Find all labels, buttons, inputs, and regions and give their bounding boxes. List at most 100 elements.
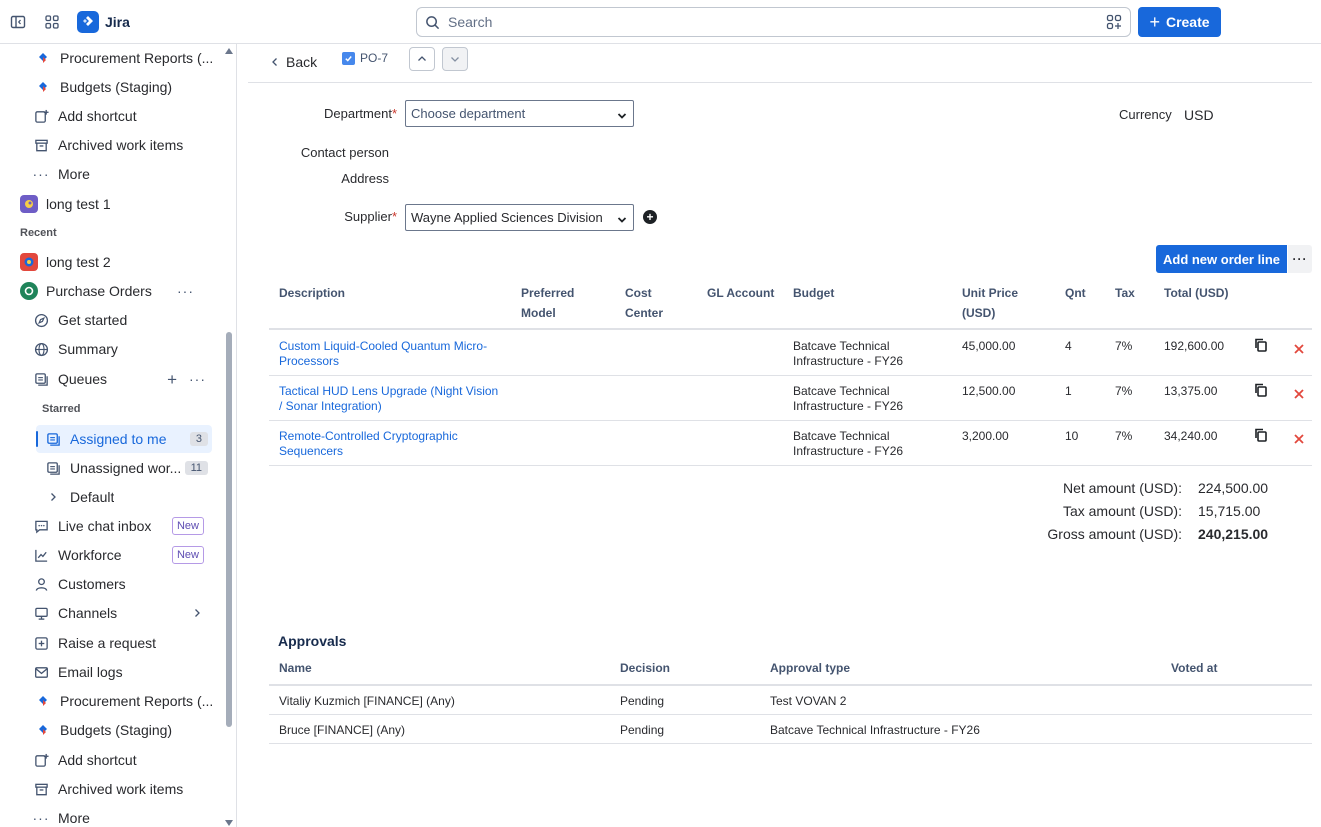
- col-qnt: Qnt: [1065, 286, 1086, 300]
- sidebar-item-label: Assigned to me: [70, 431, 167, 447]
- sidebar-item-unassigned[interactable]: Unassigned wor... 11: [0, 454, 212, 482]
- supplier-select[interactable]: Wayne Applied Sciences Division: [405, 204, 634, 231]
- sidebar-item-procurement-reports[interactable]: Procurement Reports (...: [0, 687, 222, 715]
- supplier-label: Supplier*: [344, 209, 397, 224]
- approvals-col-decision: Decision: [620, 661, 671, 675]
- order-line-qnt: 10: [1065, 429, 1079, 443]
- new-badge: New: [171, 517, 204, 535]
- app-switcher-icon[interactable]: [42, 12, 62, 32]
- order-line-tax: 7%: [1115, 429, 1133, 443]
- order-line-qnt: 1: [1065, 384, 1072, 398]
- sidebar-toggle-icon[interactable]: [8, 12, 28, 32]
- scroll-down-arrow-icon[interactable]: [225, 820, 233, 826]
- back-button[interactable]: Back: [270, 54, 317, 70]
- order-line-description-link[interactable]: Custom Liquid-Cooled Quantum Micro- Proce…: [279, 339, 487, 369]
- sidebar-item-raise-request[interactable]: Raise a request: [0, 629, 222, 657]
- table-row-divider: [269, 714, 1312, 715]
- order-line-unit-price: 45,000.00: [962, 339, 1016, 353]
- compass-icon: [32, 311, 50, 329]
- add-supplier-icon[interactable]: +: [643, 210, 657, 224]
- department-select[interactable]: Choose department: [405, 100, 634, 127]
- sidebar-item-label: Workforce: [58, 547, 122, 563]
- more-actions-icon[interactable]: ···: [177, 283, 194, 299]
- add-queue-icon[interactable]: +: [167, 371, 177, 388]
- project-avatar-icon: [20, 282, 38, 300]
- delete-icon[interactable]: [1293, 432, 1307, 446]
- delete-icon[interactable]: [1293, 342, 1307, 356]
- order-line-description-link[interactable]: Tactical HUD Lens Upgrade (Night Vision /…: [279, 384, 498, 414]
- sidebar-project-long-test-2[interactable]: long test 2: [0, 248, 222, 276]
- plus-icon: +: [1149, 12, 1160, 32]
- sidebar-item-budgets[interactable]: Budgets (Staging): [0, 716, 222, 744]
- sidebar-item-label: Procurement Reports (...: [60, 693, 214, 709]
- sidebar-item-summary[interactable]: Summary: [0, 335, 222, 363]
- order-line-description-link[interactable]: Remote-Controlled Cryptographic Sequencer…: [279, 429, 458, 459]
- sidebar-item-procurement-reports[interactable]: Procurement Reports (...: [0, 44, 222, 72]
- dashboard-icon: [34, 78, 52, 96]
- approvals-col-type: Approval type: [770, 661, 851, 675]
- copy-icon[interactable]: [1254, 383, 1268, 397]
- next-issue-button[interactable]: [442, 47, 468, 71]
- scroll-up-arrow-icon[interactable]: [225, 48, 233, 54]
- chat-icon: [32, 517, 50, 535]
- sidebar-item-more[interactable]: ··· More: [0, 160, 222, 188]
- sidebar-item-get-started[interactable]: Get started: [0, 306, 222, 334]
- sidebar-project-long-test-1[interactable]: long test 1: [0, 190, 222, 218]
- sidebar-item-channels[interactable]: Channels: [0, 599, 222, 627]
- more-icon: ···: [32, 810, 50, 826]
- search-input[interactable]: Search: [416, 7, 1131, 37]
- col-cost-center: Cost Center: [625, 286, 664, 320]
- create-button[interactable]: + Create: [1138, 7, 1221, 37]
- create-button-label: Create: [1165, 14, 1210, 30]
- sidebar-item-assigned-to-me[interactable]: Assigned to me 3: [0, 425, 212, 453]
- sidebar-item-live-chat[interactable]: Live chat inbox New: [0, 512, 222, 540]
- currency-value: USD: [1184, 107, 1214, 123]
- more-options-button[interactable]: ···: [1288, 245, 1312, 273]
- order-line-tax: 7%: [1115, 384, 1133, 398]
- search-filter-icon[interactable]: [1106, 14, 1122, 30]
- previous-issue-button[interactable]: [409, 47, 435, 71]
- sidebar-item-label: More: [58, 810, 90, 826]
- col-description: Description: [279, 286, 346, 300]
- project-avatar-icon: [20, 195, 38, 213]
- dashboard-icon: [34, 692, 52, 710]
- sidebar-item-customers[interactable]: Customers: [0, 570, 222, 598]
- sidebar-item-archived[interactable]: Archived work items: [0, 131, 222, 159]
- tax-amount-label: Tax amount (USD):: [1062, 503, 1182, 519]
- copy-icon[interactable]: [1254, 428, 1268, 442]
- chevron-right-icon: [44, 488, 62, 506]
- col-tax: Tax: [1115, 286, 1135, 300]
- sidebar-item-label: Unassigned wor...: [70, 460, 182, 476]
- issue-key: PO-7: [360, 51, 389, 65]
- globe-icon: [32, 340, 50, 358]
- approval-decision: Pending: [620, 694, 665, 708]
- more-actions-icon[interactable]: ···: [189, 371, 206, 387]
- copy-icon[interactable]: [1254, 338, 1268, 352]
- sidebar-item-budgets[interactable]: Budgets (Staging): [0, 73, 222, 101]
- sidebar-item-label: More: [58, 166, 90, 182]
- sidebar-scroll-thumb[interactable]: [226, 332, 232, 727]
- approval-type: Batcave Technical Infrastructure - FY26: [770, 723, 980, 737]
- order-line-budget: Batcave Technical Infrastructure - FY26: [793, 384, 904, 413]
- back-label: Back: [286, 54, 318, 70]
- queue-count-badge: 11: [184, 461, 208, 475]
- chart-line-icon: [32, 546, 50, 564]
- chevron-down-icon: [450, 54, 460, 64]
- app-name: Jira: [105, 14, 130, 30]
- order-line-budget: Batcave Technical Infrastructure - FY26: [793, 429, 904, 458]
- issue-key-link[interactable]: PO-7: [342, 51, 388, 65]
- sidebar-project-purchase-orders[interactable]: Purchase Orders ···: [0, 277, 222, 305]
- sidebar-item-email-logs[interactable]: Email logs: [0, 658, 222, 686]
- sidebar-item-add-shortcut[interactable]: Add shortcut: [0, 746, 222, 774]
- add-order-line-button[interactable]: Add new order line: [1156, 245, 1287, 273]
- delete-icon[interactable]: [1293, 387, 1307, 401]
- sidebar-item-label: Get started: [58, 312, 128, 328]
- task-checkbox-icon: [342, 51, 355, 65]
- sidebar-item-default[interactable]: Default: [0, 483, 222, 511]
- sidebar-item-archived[interactable]: Archived work items: [0, 775, 222, 803]
- sidebar-item-workforce[interactable]: Workforce New: [0, 541, 222, 569]
- jira-logo[interactable]: Jira: [77, 11, 130, 33]
- sidebar-item-more[interactable]: ··· More: [0, 804, 222, 827]
- sidebar-item-add-shortcut[interactable]: Add shortcut: [0, 102, 222, 130]
- sidebar-item-queues[interactable]: Queues + ···: [0, 365, 222, 393]
